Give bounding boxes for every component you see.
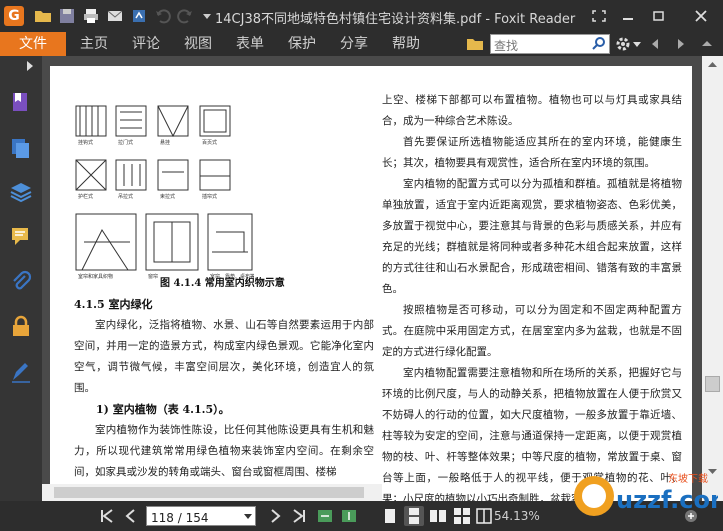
vertical-scrollbar[interactable] xyxy=(702,56,723,501)
paragraph: 上空、楼梯下部都可以布置植物。植物也可以与灯具或家具结合，成为一种综合艺术陈设。 xyxy=(382,94,682,127)
continuous-facing-view-icon[interactable] xyxy=(452,506,472,526)
tab-share[interactable]: 分享 xyxy=(340,32,368,56)
horizontal-scroll-thumb[interactable] xyxy=(54,487,364,498)
site-watermark-logo: uzzf.com 东坡下载 xyxy=(574,472,718,516)
last-page-icon[interactable] xyxy=(290,507,308,525)
customize-dropdown-icon[interactable] xyxy=(198,7,216,25)
undo-icon[interactable] xyxy=(154,7,172,25)
tab-form[interactable]: 表单 xyxy=(236,32,264,56)
prev-page-icon[interactable] xyxy=(122,507,140,525)
expand-ribbon-icon[interactable] xyxy=(700,37,714,51)
tab-protect[interactable]: 保护 xyxy=(288,32,316,56)
first-page-icon[interactable] xyxy=(98,507,116,525)
svg-text:室帘和家具织物: 室帘和家具织物 xyxy=(78,273,113,280)
window-title: 14CJ38不同地域特色村镇住宅设计资料集.pdf - Foxit Reader xyxy=(215,12,576,27)
fullscreen-icon[interactable] xyxy=(588,6,610,26)
page-number-input[interactable] xyxy=(147,509,239,527)
signature-icon[interactable] xyxy=(9,360,33,384)
vertical-scroll-thumb[interactable] xyxy=(705,376,720,392)
ribbon-tabs: 文件 主页 评论 视图 表单 保护 分享 帮助 xyxy=(0,32,723,56)
paragraph: 首先要保证所选植物能适应其所在的室内环境，能健康生长；其次，植物要具有观赏性，适… xyxy=(382,136,682,169)
bookmark-icon[interactable] xyxy=(9,90,33,114)
split-view-icon[interactable] xyxy=(474,506,494,526)
paragraph: 室内绿化，泛指将植物、水景、山石等自然要素运用于内部空间，并用一定的造景方式，构… xyxy=(74,319,374,394)
facing-view-icon[interactable] xyxy=(428,506,448,526)
tab-view[interactable]: 视图 xyxy=(184,32,212,56)
folder-icon[interactable] xyxy=(466,35,484,53)
single-page-view-icon[interactable] xyxy=(380,506,400,526)
print-icon[interactable] xyxy=(82,7,100,25)
svg-text:吊拉式: 吊拉式 xyxy=(118,193,133,200)
restore-icon[interactable] xyxy=(648,6,670,26)
search-icon[interactable] xyxy=(589,35,609,53)
svg-text:插帘式: 插帘式 xyxy=(202,193,217,200)
paragraph: 室内植物的配置方式可以分为孤植和群植。孤植就是将植物单独放置，适宜于室内近距离观… xyxy=(382,178,682,295)
foxit-reader-window: G 14CJ38不同地域特色村镇住宅设计资料集.pdf - Foxit Read… xyxy=(0,0,723,531)
redo-icon[interactable] xyxy=(176,7,194,25)
search-box xyxy=(490,34,610,55)
email-icon[interactable] xyxy=(106,7,124,25)
svg-text:拉门式: 拉门式 xyxy=(118,139,133,146)
horizontal-scrollbar[interactable] xyxy=(42,484,382,501)
left-text-column: 4.1.5 室内绿化 室内绿化，泛指将植物、水景、山石等自然要素运用于内部空间，… xyxy=(74,294,374,483)
layers-icon[interactable] xyxy=(9,180,33,204)
nav-next-icon[interactable] xyxy=(674,37,688,51)
section-heading: 4.1.5 室内绿化 xyxy=(74,298,153,311)
scroll-up-icon[interactable] xyxy=(707,60,718,68)
minimize-icon[interactable] xyxy=(617,6,639,26)
panel-expand-icon[interactable] xyxy=(24,60,36,72)
page-dropdown-icon[interactable] xyxy=(243,513,253,521)
paragraph: 室内植物作为装饰性陈设，比任何其他陈设更具有生机和魅力，所以现代建筑常常用绿色植… xyxy=(74,424,374,478)
previous-view-icon[interactable] xyxy=(316,507,334,525)
app-logo-icon[interactable]: G xyxy=(4,6,24,26)
open-folder-icon[interactable] xyxy=(34,7,52,25)
right-text-column: 上空、楼梯下部都可以布置植物。植物也可以与灯具或家具结合，成为一种综合艺术陈设。… xyxy=(382,90,682,510)
continuous-view-icon[interactable] xyxy=(404,506,424,526)
attachment-icon[interactable] xyxy=(9,270,33,294)
svg-text:百页式: 百页式 xyxy=(202,139,217,146)
figure-illustration: 挂钩式 拉门式 悬挂 百页式 护栏式 吊拉式 束拉式 插帘式 室帘和家具织物 窗帘 室帘、靠垫、… xyxy=(75,105,254,280)
svg-text:悬挂: 悬挂 xyxy=(160,139,170,146)
tab-help[interactable]: 帮助 xyxy=(392,32,420,56)
hand-tool-icon[interactable] xyxy=(130,7,148,25)
figure-caption: 图 4.1.4 常用室内织物示意 xyxy=(160,278,285,289)
watermark-subtext: 东坡下载 xyxy=(668,472,708,485)
navigation-panel xyxy=(0,56,42,501)
svg-text:护栏式: 护栏式 xyxy=(78,193,93,200)
zoom-level[interactable]: 54.13% xyxy=(494,509,540,523)
search-input[interactable] xyxy=(491,37,587,55)
settings-dropdown-icon[interactable] xyxy=(632,38,642,50)
next-view-icon[interactable] xyxy=(340,507,358,525)
pages-icon[interactable] xyxy=(9,136,33,160)
next-page-icon[interactable] xyxy=(266,507,284,525)
subsection-heading: 1) 室内植物（表 4.1.5）。 xyxy=(96,403,230,416)
tab-file[interactable]: 文件 xyxy=(0,32,66,56)
document-viewer[interactable]: 挂钩式 拉门式 悬挂 百页式 护栏式 吊拉式 束拉式 插帘式 室帘和家具织物 窗帘 室帘、靠垫、… xyxy=(42,56,702,531)
watermark-text: uzzf.com xyxy=(616,486,718,514)
tab-home[interactable]: 主页 xyxy=(80,32,108,56)
paragraph: 按照植物是否可移动，可以分为固定和不固定两种配置方式。在庭院中采用固定方式，在居… xyxy=(382,304,682,358)
gear-icon[interactable] xyxy=(614,35,632,53)
lock-icon[interactable] xyxy=(9,314,33,338)
svg-text:挂钩式: 挂钩式 xyxy=(78,139,93,146)
nav-prev-icon[interactable] xyxy=(648,37,662,51)
title-bar: G 14CJ38不同地域特色村镇住宅设计资料集.pdf - Foxit Read… xyxy=(0,0,723,32)
page-number-field xyxy=(146,506,256,527)
svg-text:窗帘: 窗帘 xyxy=(148,273,158,280)
comments-icon[interactable] xyxy=(9,224,33,248)
save-icon[interactable] xyxy=(58,7,76,25)
svg-text:束拉式: 束拉式 xyxy=(160,193,175,200)
close-icon[interactable] xyxy=(690,6,712,26)
tab-comment[interactable]: 评论 xyxy=(132,32,160,56)
